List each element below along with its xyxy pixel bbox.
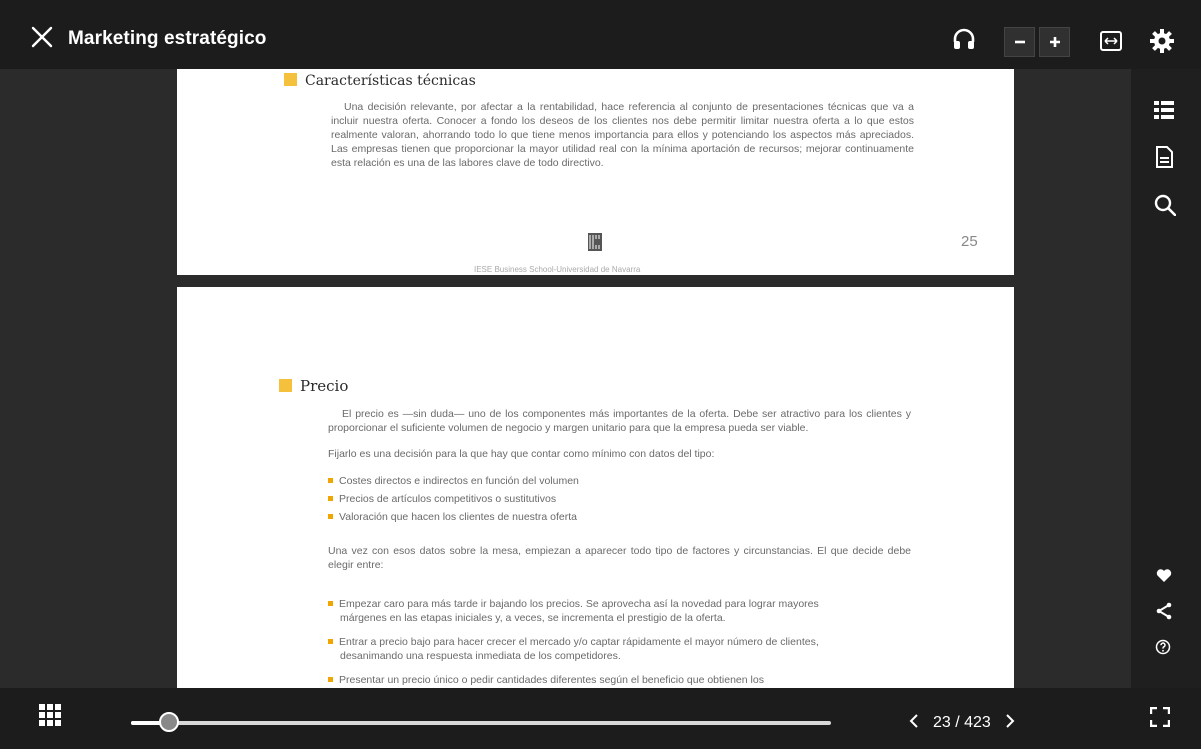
document-icon[interactable] <box>1155 146 1173 173</box>
paragraph: Una vez con esos datos sobre la mesa, em… <box>328 545 911 571</box>
page-25: Características técnicas Una decisión re… <box>177 69 1014 275</box>
page-footer: IESE Business School-Universidad de Nava… <box>474 265 641 274</box>
right-sidebar <box>1131 69 1201 688</box>
list-item: Presentar un precio único o pedir cantid… <box>328 673 868 687</box>
section-heading: Precio <box>279 377 348 395</box>
page-number: 25 <box>961 233 978 250</box>
section-heading: Características técnicas <box>284 73 476 89</box>
next-page-icon[interactable] <box>999 712 1021 733</box>
headphones-icon[interactable] <box>951 26 977 57</box>
book-title: Marketing estratégico <box>68 28 267 49</box>
list-item: Costes directos e indirectos en función … <box>328 474 828 488</box>
share-icon[interactable] <box>1156 602 1172 625</box>
page-indicator: 23 / 423 <box>933 713 991 731</box>
grid-view-icon[interactable] <box>39 704 61 731</box>
heading-marker <box>279 379 292 392</box>
zoom-out-icon[interactable] <box>1004 27 1035 57</box>
top-bar: Marketing estratégico <box>0 0 1201 69</box>
zoom-in-icon[interactable] <box>1039 27 1070 57</box>
paragraph: Fijarlo es una decisión para la que hay … <box>328 448 715 460</box>
bullet-list: Empezar caro para más tarde ir bajando l… <box>328 597 868 688</box>
gear-icon[interactable] <box>1149 28 1175 59</box>
slider-thumb[interactable] <box>158 712 179 732</box>
bullet-list: Costes directos e indirectos en función … <box>328 474 828 528</box>
help-icon[interactable] <box>1155 639 1171 660</box>
bottom-bar: 23 / 423 <box>0 688 1201 749</box>
paragraph: El precio es —sin duda— uno de los compo… <box>328 408 911 434</box>
previous-page-icon[interactable] <box>903 712 925 733</box>
list-item: Empezar caro para más tarde ir bajando l… <box>328 597 868 625</box>
table-of-contents-icon[interactable] <box>1154 101 1174 124</box>
fullscreen-icon[interactable] <box>1149 706 1171 732</box>
list-item: Precios de artículos competitivos o sust… <box>328 492 828 506</box>
page-26: Precio El precio es —sin duda— uno de lo… <box>177 287 1014 688</box>
search-icon[interactable] <box>1154 194 1177 221</box>
paragraph: Una decisión relevante, por afectar a la… <box>331 101 914 169</box>
iese-logo-icon <box>588 233 602 251</box>
heart-icon[interactable] <box>1156 569 1172 588</box>
list-item: Entrar a precio bajo para hacer crecer e… <box>328 635 868 663</box>
document-viewer[interactable]: Características técnicas Una decisión re… <box>0 69 1131 688</box>
list-item: Valoración que hacen los clientes de nue… <box>328 510 828 524</box>
page-navigator: 23 / 423 <box>903 712 1021 733</box>
page-slider[interactable] <box>131 712 831 732</box>
zoom-controls <box>1004 27 1074 57</box>
fit-width-icon[interactable] <box>1100 30 1122 57</box>
heading-marker <box>284 73 297 86</box>
close-icon[interactable] <box>30 25 54 49</box>
